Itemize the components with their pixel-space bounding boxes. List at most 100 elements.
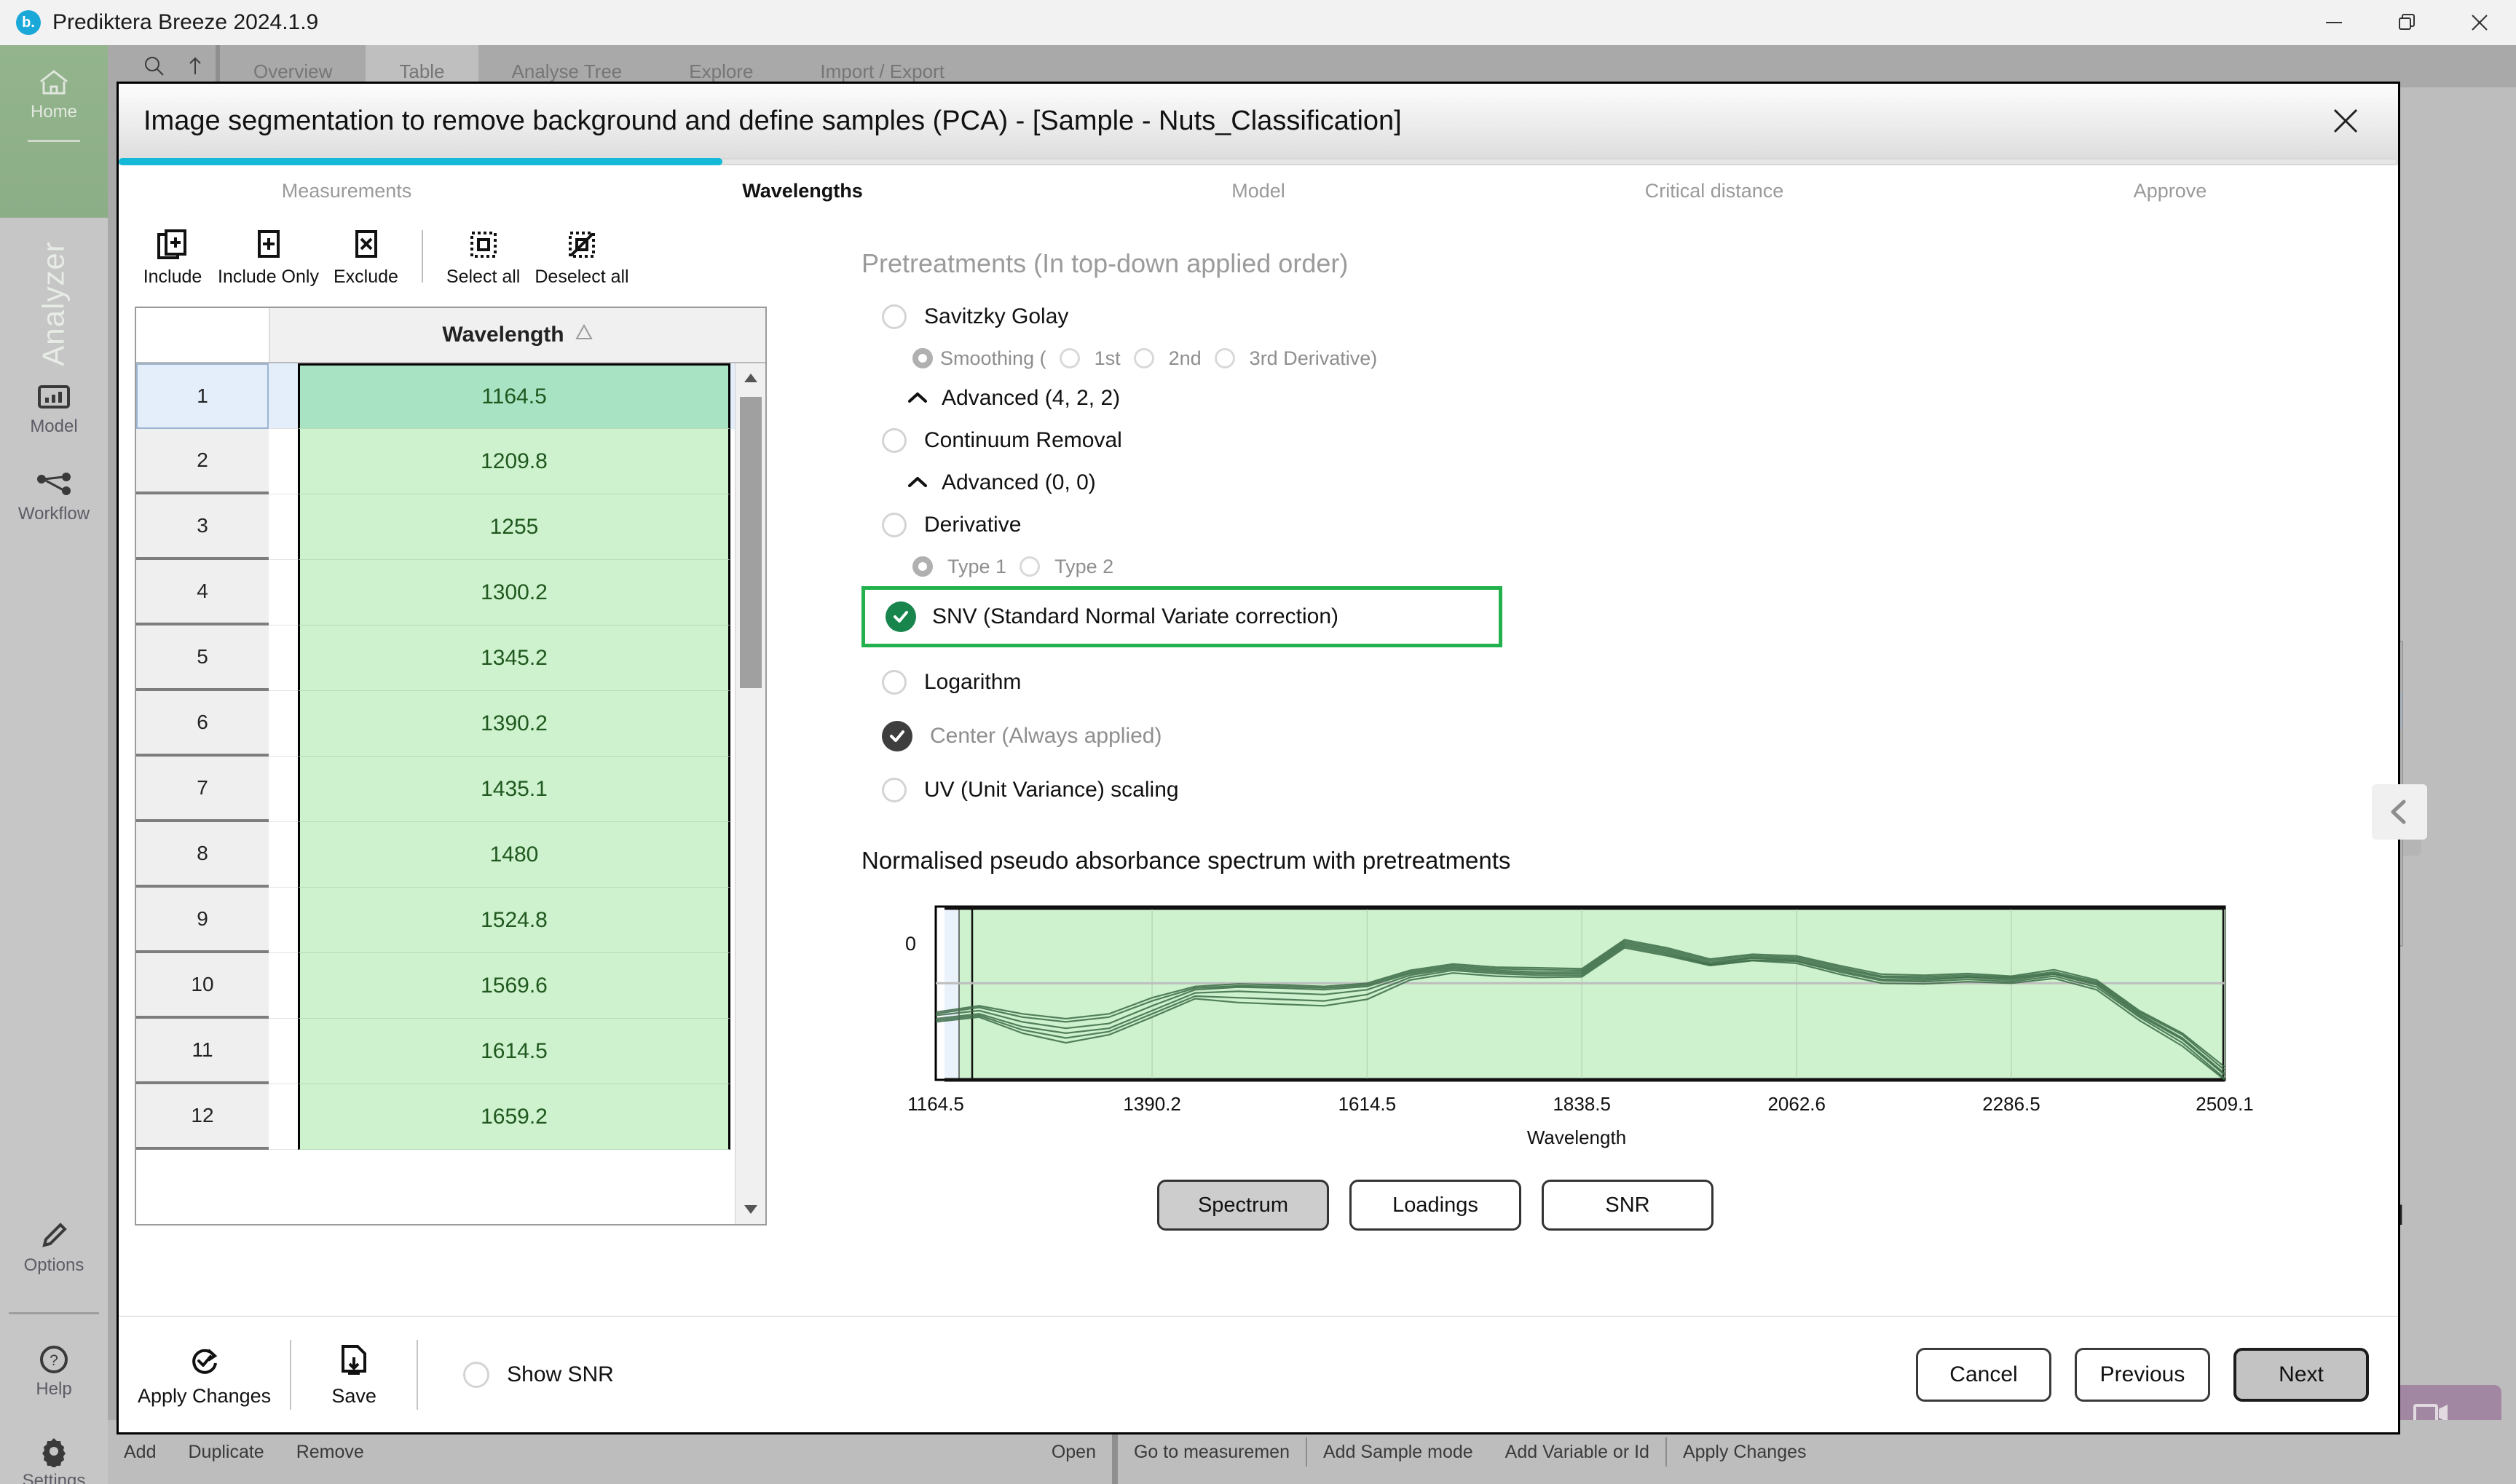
continuum-removal-advanced[interactable]: Advanced (0, 0)	[861, 462, 2398, 503]
wavelength-cell[interactable]: 1255	[298, 494, 730, 560]
wavelength-cell[interactable]: 1209.8	[298, 429, 730, 494]
wavelength-cell[interactable]: 1345.2	[298, 625, 730, 691]
derivative-type1-radio[interactable]	[912, 556, 933, 577]
restore-icon[interactable]	[2370, 0, 2443, 45]
wavelength-cell[interactable]: 1164.5	[298, 363, 730, 429]
status-go-to-measurement[interactable]: Go to measuremen	[1118, 1442, 1306, 1463]
sidebar-item-analyzer[interactable]: Analyzer	[0, 238, 108, 369]
sidebar-item-help[interactable]: ? Help	[0, 1343, 108, 1400]
step-critical-distance[interactable]: Critical distance	[1486, 180, 1942, 202]
save-button[interactable]: Save	[310, 1341, 398, 1408]
table-scrollbar[interactable]	[735, 363, 765, 1224]
row-index-cell[interactable]: 1	[136, 363, 269, 429]
include-only-button[interactable]: Include Only	[210, 226, 326, 288]
status-add[interactable]: Add	[108, 1442, 172, 1463]
show-snr-toggle[interactable]: Show SNR	[463, 1362, 614, 1388]
table-row[interactable]: 3 1255	[136, 494, 765, 560]
wavelength-cell[interactable]: 1300.2	[298, 560, 730, 625]
derivative-radio[interactable]	[882, 513, 907, 537]
pretreatment-savitzky-golay[interactable]: Savitzky Golay	[861, 295, 2398, 339]
table-row[interactable]: 9 1524.8	[136, 888, 765, 953]
table-row[interactable]: 4 1300.2	[136, 560, 765, 625]
pretreatment-uv-scaling[interactable]: UV (Unit Variance) scaling	[861, 768, 2398, 812]
row-index-cell[interactable]: 5	[136, 625, 269, 691]
sidebar-item-model[interactable]: Model	[0, 380, 108, 437]
table-row[interactable]: 2 1209.8	[136, 429, 765, 494]
dialog-collapse-chevron-icon[interactable]	[2372, 784, 2427, 840]
apply-changes-button[interactable]: Apply Changes	[138, 1341, 271, 1408]
logarithm-radio[interactable]	[882, 670, 907, 695]
view-spectrum-button[interactable]: Spectrum	[1157, 1180, 1329, 1231]
previous-button[interactable]: Previous	[2075, 1348, 2210, 1402]
wavelength-cell[interactable]: 1569.6	[298, 953, 730, 1019]
snv-checkbox-checked-icon[interactable]	[886, 601, 916, 632]
show-snr-radio[interactable]	[463, 1362, 489, 1388]
minimize-icon[interactable]	[2298, 0, 2370, 45]
sidebar-item-workflow[interactable]: Workflow	[0, 467, 108, 524]
savitzky-golay-advanced[interactable]: Advanced (4, 2, 2)	[861, 378, 2398, 419]
smoothing-radio[interactable]	[912, 348, 933, 368]
derivative-1st-radio[interactable]	[1060, 348, 1080, 368]
table-row[interactable]: 5 1345.2	[136, 625, 765, 691]
step-measurements[interactable]: Measurements	[119, 180, 575, 202]
status-remove[interactable]: Remove	[280, 1442, 380, 1463]
scroll-down-icon[interactable]	[736, 1195, 766, 1224]
status-apply-changes[interactable]: Apply Changes	[1667, 1442, 1823, 1463]
step-wavelengths[interactable]: Wavelengths	[575, 180, 1030, 202]
include-button[interactable]: Include	[135, 226, 210, 288]
step-model[interactable]: Model	[1030, 180, 1486, 202]
exclude-button[interactable]: Exclude	[326, 226, 406, 288]
row-index-cell[interactable]: 6	[136, 691, 269, 757]
uv-scaling-radio[interactable]	[882, 778, 907, 802]
savitzky-golay-radio[interactable]	[882, 304, 907, 329]
row-index-cell[interactable]: 9	[136, 888, 269, 953]
row-index-cell[interactable]: 3	[136, 494, 269, 560]
scrollbar-thumb[interactable]	[740, 397, 762, 688]
next-button[interactable]: Next	[2233, 1348, 2369, 1402]
cancel-button[interactable]: Cancel	[1916, 1348, 2051, 1402]
sidebar-item-settings[interactable]: Settings	[0, 1434, 108, 1484]
status-add-sample-mode[interactable]: Add Sample mode	[1307, 1442, 1489, 1463]
wavelength-cell[interactable]: 1390.2	[298, 691, 730, 757]
select-all-button[interactable]: Select all	[439, 226, 527, 288]
pretreatment-logarithm[interactable]: Logarithm	[861, 660, 2398, 704]
wavelength-cell[interactable]: 1435.1	[298, 757, 730, 822]
row-index-cell[interactable]: 10	[136, 953, 269, 1019]
pretreatment-derivative[interactable]: Derivative	[861, 503, 2398, 547]
row-index-cell[interactable]: 2	[136, 429, 269, 494]
dialog-close-icon[interactable]	[2322, 98, 2369, 144]
spectrum-chart[interactable]: 0	[899, 904, 2254, 1086]
sidebar-item-home[interactable]: Home	[0, 66, 108, 122]
sidebar-item-options[interactable]: Options	[0, 1219, 108, 1276]
table-row[interactable]: 7 1435.1	[136, 757, 765, 822]
step-approve[interactable]: Approve	[1942, 180, 2398, 202]
wavelength-cell[interactable]: 1614.5	[298, 1019, 730, 1084]
wavelength-cell[interactable]: 1659.2	[298, 1084, 730, 1150]
table-row[interactable]: 11 1614.5	[136, 1019, 765, 1084]
derivative-2nd-radio[interactable]	[1134, 348, 1154, 368]
row-index-cell[interactable]: 7	[136, 757, 269, 822]
pretreatment-continuum-removal[interactable]: Continuum Removal	[861, 419, 2398, 462]
pretreatment-snv[interactable]: SNV (Standard Normal Variate correction)	[861, 586, 1502, 647]
derivative-type2-radio[interactable]	[1020, 556, 1040, 577]
row-index-cell[interactable]: 4	[136, 560, 269, 625]
row-index-cell[interactable]: 11	[136, 1019, 269, 1084]
close-icon[interactable]	[2443, 0, 2516, 45]
column-header-wavelength[interactable]: Wavelength	[269, 308, 765, 362]
table-row[interactable]: 81480	[136, 822, 765, 888]
continuum-removal-radio[interactable]	[882, 428, 907, 453]
table-row[interactable]: 6 1390.2	[136, 691, 765, 757]
view-loadings-button[interactable]: Loadings	[1349, 1180, 1521, 1231]
scroll-up-icon[interactable]	[736, 363, 765, 392]
status-duplicate[interactable]: Duplicate	[172, 1442, 280, 1463]
table-row[interactable]: 12 1659.2	[136, 1084, 765, 1150]
row-index-cell[interactable]: 8	[136, 822, 269, 888]
derivative-3rd-radio[interactable]	[1215, 348, 1235, 368]
status-add-variable-or-id[interactable]: Add Variable or Id	[1489, 1442, 1665, 1463]
wavelength-cell[interactable]: 1524.8	[298, 888, 730, 953]
row-index-cell[interactable]: 12	[136, 1084, 269, 1150]
deselect-all-button[interactable]: Deselect all	[527, 226, 636, 288]
status-open[interactable]: Open	[1036, 1442, 1112, 1463]
view-snr-button[interactable]: SNR	[1542, 1180, 1714, 1231]
table-row[interactable]: 10 1569.6	[136, 953, 765, 1019]
